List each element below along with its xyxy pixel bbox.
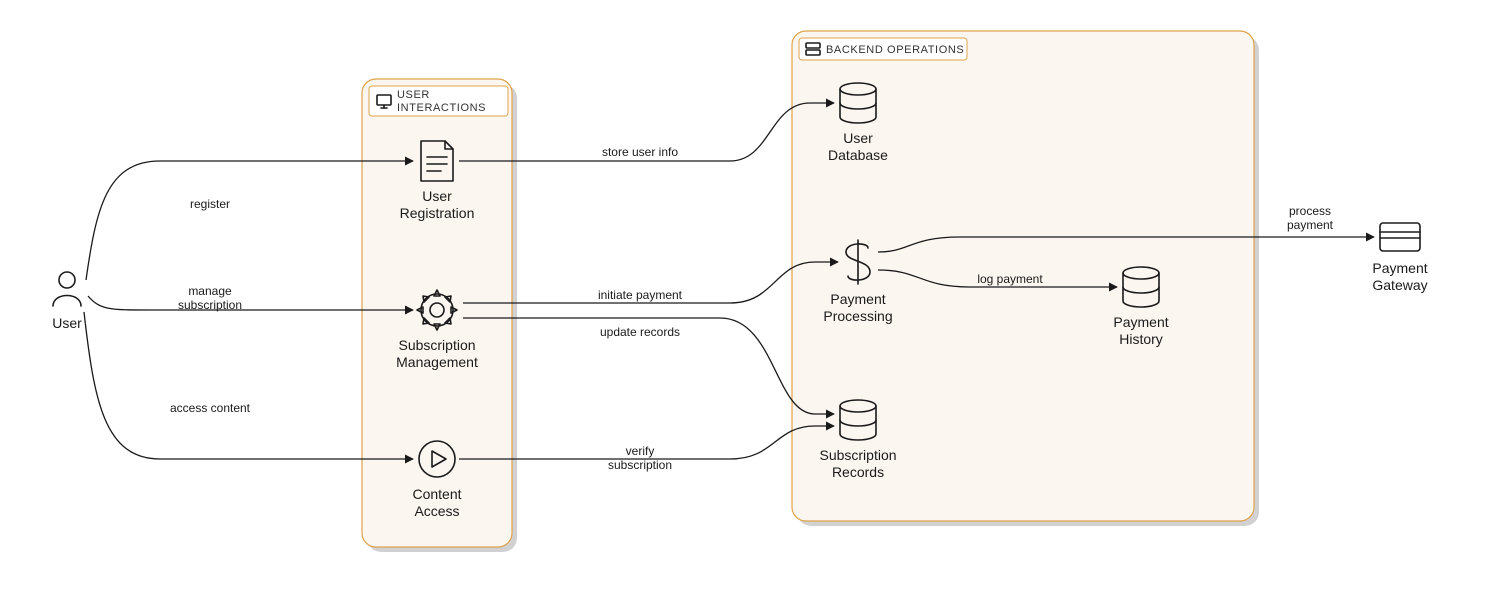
svg-text:Payment: Payment <box>830 291 885 307</box>
svg-text:Management: Management <box>396 354 478 370</box>
svg-text:payment: payment <box>1287 218 1334 232</box>
svg-text:manage: manage <box>188 284 232 298</box>
svg-text:Processing: Processing <box>823 308 892 324</box>
svg-text:access content: access content <box>170 401 251 415</box>
svg-text:Database: Database <box>828 147 888 163</box>
flow-diagram: USER INTERACTIONS BACKEND OPERATIONS Use… <box>0 0 1500 594</box>
svg-text:store user info: store user info <box>602 145 678 159</box>
group-label: INTERACTIONS <box>397 102 486 114</box>
svg-text:Payment: Payment <box>1113 314 1168 330</box>
svg-text:Registration: Registration <box>400 205 475 221</box>
svg-text:initiate payment: initiate payment <box>598 288 683 302</box>
svg-text:Subscription: Subscription <box>398 337 475 353</box>
svg-text:History: History <box>1119 331 1163 347</box>
svg-text:Content: Content <box>412 486 461 502</box>
svg-text:Subscription: Subscription <box>819 447 896 463</box>
edge-initiate-payment: initiate payment <box>463 262 838 303</box>
svg-text:subscription: subscription <box>178 298 242 312</box>
svg-text:log payment: log payment <box>977 272 1043 286</box>
svg-text:subscription: subscription <box>608 458 672 472</box>
edge-update-records: update records <box>463 318 834 414</box>
group-label: USER <box>397 89 430 101</box>
group-user-interactions: USER INTERACTIONS <box>362 79 517 552</box>
svg-text:verify: verify <box>626 444 655 458</box>
node-user: User <box>52 272 82 331</box>
svg-text:Records: Records <box>832 464 884 480</box>
svg-text:User: User <box>843 130 873 146</box>
svg-text:Access: Access <box>414 503 459 519</box>
node-payment-gateway: Payment Gateway <box>1372 223 1427 293</box>
svg-text:User: User <box>422 188 452 204</box>
svg-text:register: register <box>190 197 230 211</box>
svg-text:User: User <box>52 315 82 331</box>
group-label: BACKEND OPERATIONS <box>826 44 964 56</box>
svg-text:process: process <box>1289 204 1331 218</box>
svg-text:Payment: Payment <box>1372 260 1427 276</box>
svg-text:update records: update records <box>600 325 680 339</box>
svg-text:Gateway: Gateway <box>1372 277 1427 293</box>
